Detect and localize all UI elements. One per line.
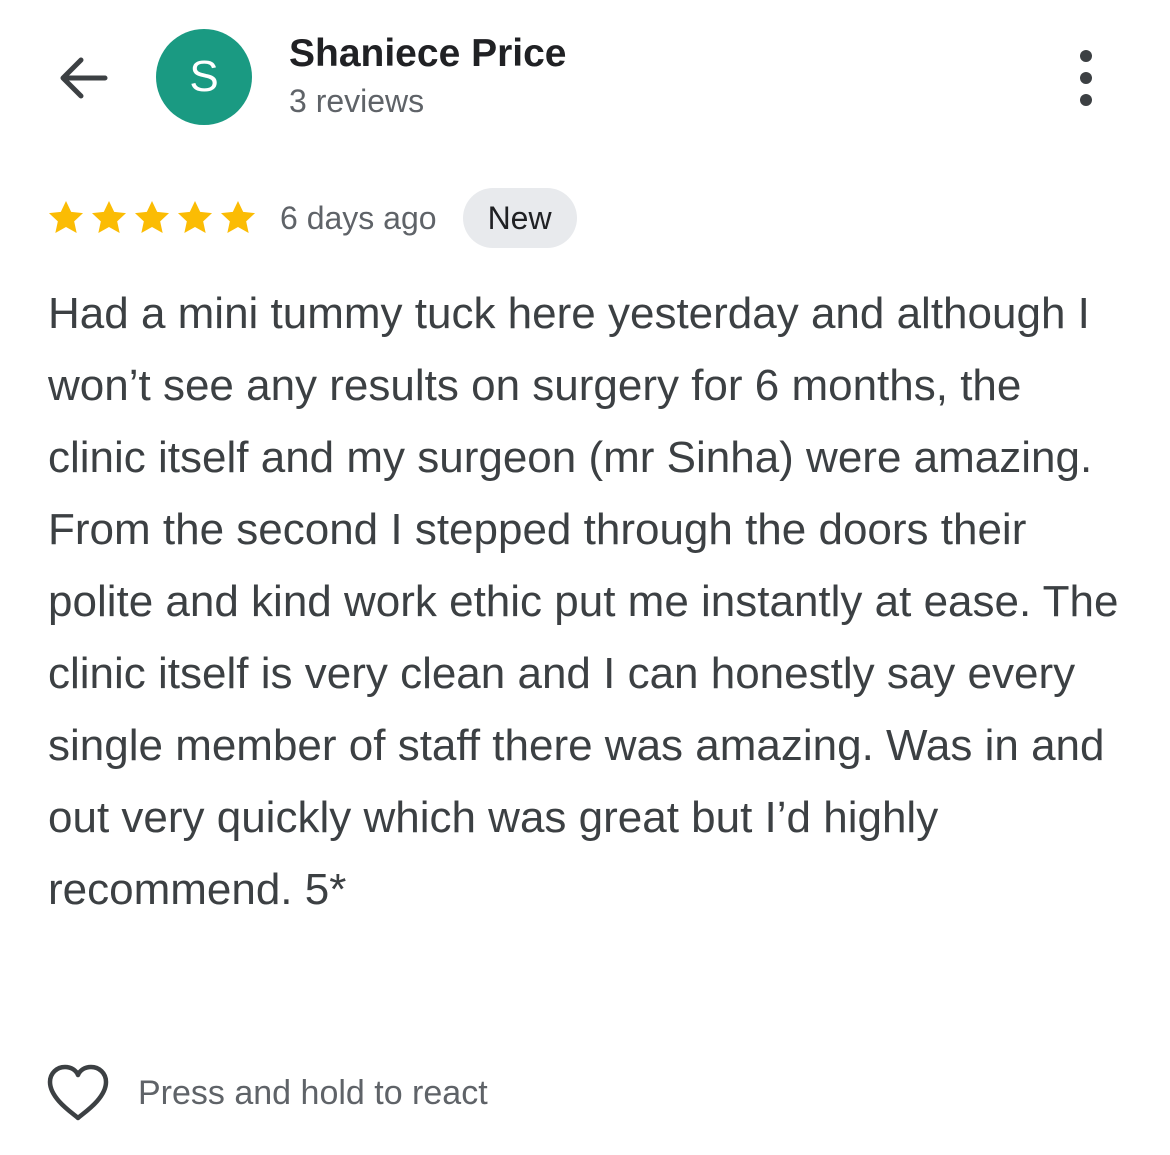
review-text: Had a mini tummy tuck here yesterday and… [48, 289, 1119, 914]
review-time: 6 days ago [280, 199, 437, 236]
review-count: 3 reviews [289, 83, 425, 119]
avatar[interactable]: S [156, 29, 252, 125]
heart-outline-icon [47, 1064, 109, 1121]
more-options-button[interactable] [1058, 45, 1114, 111]
review-header: S Shaniece Price 3 reviews [0, 0, 1170, 150]
react-label: Press and hold to react [138, 1073, 488, 1112]
star-icon [178, 201, 212, 233]
rating-row: 6 days ago New [46, 188, 577, 248]
more-vertical-icon-dot [1080, 72, 1092, 84]
more-vertical-icon [1080, 50, 1092, 62]
star-rating [46, 198, 258, 238]
new-badge: New [462, 188, 577, 248]
star-icon [92, 201, 126, 233]
star-icon [135, 201, 169, 233]
star-icon [49, 201, 83, 233]
star-icon [221, 201, 255, 233]
react-button[interactable]: Press and hold to react [46, 1060, 488, 1126]
arrow-back-icon [60, 57, 108, 99]
reviewer-name[interactable]: Shaniece Price [289, 30, 567, 78]
more-vertical-icon-dot [1080, 94, 1092, 106]
back-button[interactable] [50, 45, 116, 111]
avatar-initial: S [189, 52, 219, 101]
